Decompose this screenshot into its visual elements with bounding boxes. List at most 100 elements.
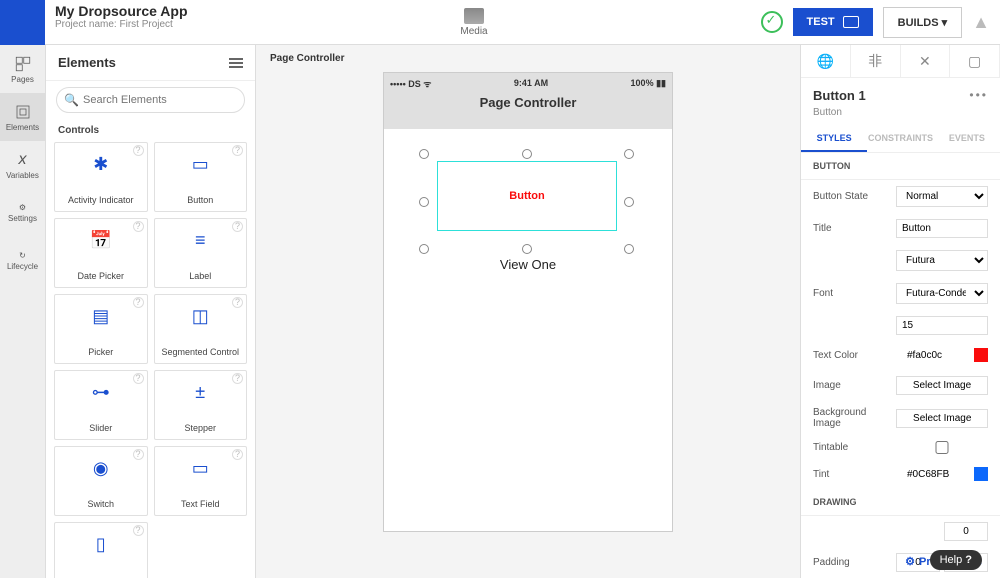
page-title: Page Controller <box>384 93 672 129</box>
element-card[interactable]: ?◉Switch <box>54 446 148 516</box>
select-bgimage-button[interactable]: Select Image <box>896 409 988 428</box>
element-card[interactable]: ? 📅 Date Picker <box>54 218 148 288</box>
help-icon[interactable]: ? <box>133 221 144 232</box>
app-name: My Dropsource App <box>55 3 188 19</box>
font-select[interactable]: Futura-CondensedMed <box>896 283 988 304</box>
color-swatch[interactable] <box>974 467 988 481</box>
element-label: Text Field <box>181 499 220 509</box>
nav-elements[interactable]: Elements <box>0 93 45 141</box>
element-label: Segmented Control <box>161 347 239 357</box>
tab-constraints[interactable]: CONSTRAINTS <box>867 126 933 152</box>
element-icon: ◫ <box>187 303 213 329</box>
padding-input[interactable] <box>944 522 988 541</box>
element-card[interactable]: ? ◫ Segmented Control <box>154 294 248 364</box>
resize-handle[interactable] <box>624 197 634 207</box>
resize-handle[interactable] <box>419 197 429 207</box>
element-icon: ▭ <box>187 455 213 481</box>
menu-icon[interactable] <box>229 58 243 68</box>
element-label: Stepper <box>184 423 216 433</box>
help-icon[interactable]: ? <box>232 373 243 384</box>
resize-handle[interactable] <box>624 149 634 159</box>
device-icon <box>843 16 859 28</box>
help-icon[interactable]: ? <box>232 297 243 308</box>
resize-handle[interactable] <box>419 244 429 254</box>
element-icon: 📅 <box>88 227 114 253</box>
element-icon: ◉ <box>88 455 114 481</box>
element-icon: ± <box>187 379 213 405</box>
tintable-checkbox[interactable] <box>896 441 988 454</box>
element-icon: ≡ <box>187 227 213 253</box>
help-icon[interactable]: ? <box>133 297 144 308</box>
font-size-input[interactable] <box>896 316 988 335</box>
resize-handle[interactable] <box>522 244 532 254</box>
inspector-title: Button 1 <box>813 88 866 103</box>
tab-styles[interactable]: STYLES <box>801 126 867 152</box>
element-icon: ✱ <box>88 151 114 177</box>
select-image-button[interactable]: Select Image <box>896 376 988 395</box>
globe-icon[interactable]: 🌐 <box>801 45 851 77</box>
sliders-icon: ⚙ <box>905 555 915 568</box>
app-logo <box>0 0 45 45</box>
resize-handle[interactable] <box>522 149 532 159</box>
element-icon: ▤ <box>88 303 114 329</box>
image-icon <box>464 8 484 24</box>
text-color-input[interactable] <box>902 347 972 364</box>
warning-icon[interactable]: ▲ <box>972 12 990 33</box>
element-card[interactable]: ? ▭ Text Field <box>154 446 248 516</box>
help-icon[interactable]: ? <box>232 449 243 460</box>
element-label: Slider <box>89 423 112 433</box>
help-icon[interactable]: ? <box>133 373 144 384</box>
title-input[interactable] <box>896 219 988 238</box>
status-bar: ••••• DS ᯤ9:41 AM100% ▮▮ <box>384 73 672 93</box>
help-icon[interactable]: ? <box>232 221 243 232</box>
breadcrumb: Page Controller <box>256 45 800 72</box>
search-icon: 🔍 <box>64 93 79 107</box>
color-swatch[interactable] <box>974 348 988 362</box>
tab-events[interactable]: EVENTS <box>934 126 1000 152</box>
element-icon: ⊶ <box>88 379 114 405</box>
builds-button[interactable]: BUILDS ▾ <box>883 7 963 38</box>
element-card[interactable]: ?≡Label <box>154 218 248 288</box>
element-label: Picker <box>88 347 113 357</box>
nav-pages[interactable]: Pages <box>0 45 45 93</box>
element-label: Activity Indicator <box>68 195 134 205</box>
gear-icon: ⚙ <box>19 203 26 212</box>
element-card[interactable]: ? ⊶ Slider <box>54 370 148 440</box>
nav-settings[interactable]: ⚙Settings <box>0 189 45 237</box>
tint-input[interactable] <box>902 466 972 483</box>
resize-handle[interactable] <box>419 149 429 159</box>
element-card[interactable]: ?▯ <box>54 522 148 578</box>
view-label: View One <box>384 257 672 272</box>
device-canvas[interactable]: ••••• DS ᯤ9:41 AM100% ▮▮ Page Controller… <box>383 72 673 532</box>
help-icon[interactable]: ? <box>133 145 144 156</box>
button-state-select[interactable]: Normal <box>896 186 988 207</box>
inspector-subtitle: Button <box>801 107 1000 126</box>
help-button[interactable]: Help <box>930 550 982 570</box>
element-card[interactable]: ? ▤ Picker <box>54 294 148 364</box>
element-label: Button <box>187 195 213 205</box>
app-info: My Dropsource App Project name: First Pr… <box>45 0 198 44</box>
tree-icon[interactable]: ⾮ <box>851 45 901 77</box>
nav-lifecycle[interactable]: ↻Lifecycle <box>0 237 45 285</box>
device-icon[interactable]: ▢ <box>950 45 1000 77</box>
search-input[interactable] <box>56 87 245 113</box>
shuffle-icon[interactable]: ✕ <box>901 45 951 77</box>
lifecycle-icon: ↻ <box>19 251 26 260</box>
element-card[interactable]: ? ✱ Activity Indicator <box>54 142 148 212</box>
help-icon[interactable]: ? <box>232 145 243 156</box>
element-card[interactable]: ? ± Stepper <box>154 370 248 440</box>
test-button[interactable]: TEST <box>793 8 873 36</box>
resize-handle[interactable] <box>624 244 634 254</box>
element-card[interactable]: ? ▭ Button <box>154 142 248 212</box>
element-icon: ▭ <box>187 151 213 177</box>
element-label: Date Picker <box>77 271 124 281</box>
status-ok-icon <box>761 11 783 33</box>
canvas-button-element[interactable]: Button <box>437 161 617 231</box>
more-icon[interactable]: ••• <box>969 88 988 103</box>
nav-variables[interactable]: xVariables <box>0 141 45 189</box>
controls-section-label: Controls <box>46 119 255 142</box>
panel-title: Elements <box>58 55 116 70</box>
help-icon[interactable]: ? <box>133 449 144 460</box>
font-family-select[interactable]: Futura <box>896 250 988 271</box>
media-tab[interactable]: Media <box>198 0 751 44</box>
